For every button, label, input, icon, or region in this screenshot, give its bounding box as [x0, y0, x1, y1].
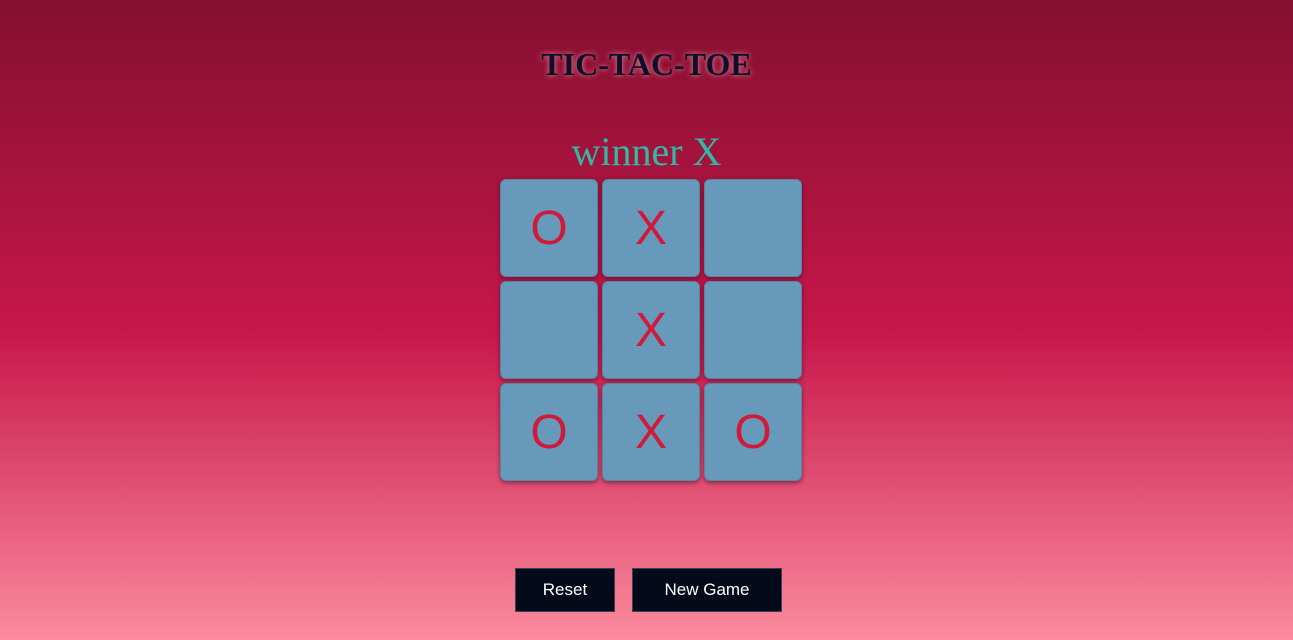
- game-board: O X X O X O: [500, 179, 804, 483]
- cell-4[interactable]: [500, 281, 598, 379]
- cell-8[interactable]: X: [602, 383, 700, 481]
- cell-6[interactable]: [704, 281, 802, 379]
- cell-7[interactable]: O: [500, 383, 598, 481]
- cell-9[interactable]: O: [704, 383, 802, 481]
- controls: Reset New Game: [0, 568, 1293, 612]
- game-title: TIC-TAC-TOE: [541, 46, 752, 82]
- cell-5[interactable]: X: [602, 281, 700, 379]
- cell-2[interactable]: X: [602, 179, 700, 277]
- cell-1[interactable]: O: [500, 179, 598, 277]
- cell-3[interactable]: [704, 179, 802, 277]
- winner-message: winner X: [571, 129, 722, 174]
- reset-button[interactable]: Reset: [515, 568, 615, 612]
- new-game-button[interactable]: New Game: [632, 568, 782, 612]
